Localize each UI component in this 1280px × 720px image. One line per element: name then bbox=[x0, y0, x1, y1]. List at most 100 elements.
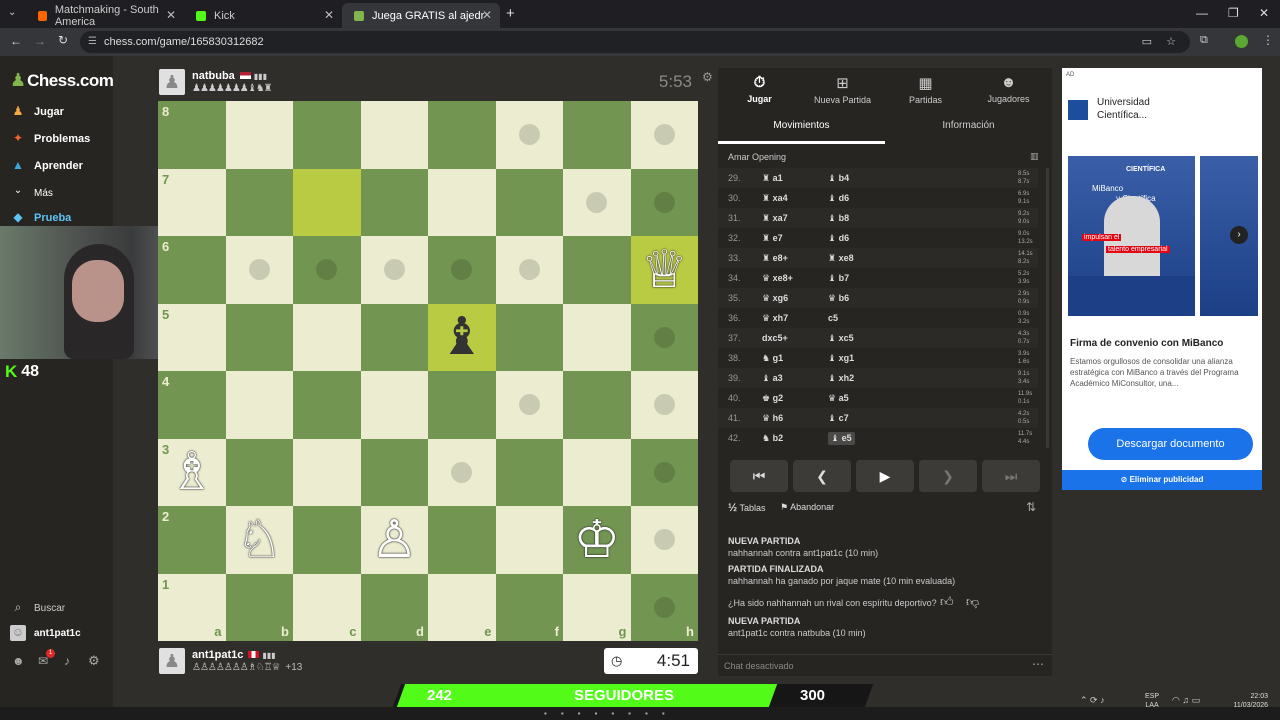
move-hint-dot[interactable] bbox=[653, 191, 675, 213]
move-hint-dot[interactable] bbox=[653, 326, 675, 348]
black-move[interactable]: ♝ c7 bbox=[828, 413, 849, 424]
black-move[interactable]: ♝ xh2 bbox=[828, 373, 854, 384]
white-move[interactable]: ♜ xa7 bbox=[762, 213, 788, 224]
restore-icon[interactable]: ❐ bbox=[1228, 6, 1239, 20]
square-d5[interactable] bbox=[360, 303, 428, 371]
square-h3[interactable] bbox=[630, 438, 698, 506]
extensions-icon[interactable]: ⧉ bbox=[1200, 34, 1208, 47]
move-hint-dot[interactable] bbox=[518, 259, 540, 281]
tab-matchmaking[interactable]: Matchmaking - South America ✕ bbox=[26, 3, 184, 28]
square-d1[interactable]: d bbox=[360, 573, 428, 641]
move-hint-dot[interactable] bbox=[383, 259, 405, 281]
more-options-icon[interactable]: ⋯ bbox=[1032, 657, 1044, 671]
white-move[interactable]: ♞ b2 bbox=[762, 433, 783, 444]
black-move[interactable]: ♝ b7 bbox=[828, 273, 849, 284]
square-h2[interactable] bbox=[630, 506, 698, 574]
opponent-avatar[interactable]: ♟ bbox=[159, 69, 185, 95]
last-move-button[interactable]: ⏭ bbox=[982, 460, 1040, 492]
white-move[interactable]: ♝ a3 bbox=[762, 373, 783, 384]
square-e2[interactable] bbox=[428, 506, 496, 574]
square-a7[interactable]: 7 bbox=[158, 168, 226, 236]
square-b4[interactable] bbox=[225, 371, 293, 439]
square-a3[interactable]: 3 ♗ bbox=[158, 438, 226, 506]
black-move[interactable]: ♛ a5 bbox=[828, 393, 849, 404]
opponent-name[interactable]: natbuba ▮▮▮ bbox=[192, 70, 267, 82]
square-b5[interactable] bbox=[225, 303, 293, 371]
black-move[interactable]: ♝ d6 bbox=[828, 233, 849, 244]
square-h8[interactable] bbox=[630, 101, 698, 169]
square-f4[interactable] bbox=[495, 371, 563, 439]
square-b3[interactable] bbox=[225, 438, 293, 506]
bookmark-star-icon[interactable]: ☆ bbox=[1166, 31, 1176, 53]
white-queen-piece[interactable]: ♕ bbox=[641, 244, 688, 296]
square-e3[interactable] bbox=[428, 438, 496, 506]
white-move[interactable]: ♚ g2 bbox=[762, 393, 783, 404]
close-window-icon[interactable]: ✕ bbox=[1259, 6, 1269, 20]
sidebar-user[interactable]: ☺ ant1pat1c bbox=[10, 625, 81, 641]
language-indicator[interactable]: ESP LAA bbox=[1145, 692, 1159, 710]
square-a4[interactable]: 4 bbox=[158, 371, 226, 439]
back-icon[interactable]: ← bbox=[10, 34, 22, 48]
move-hint-dot[interactable] bbox=[653, 461, 675, 483]
square-b2[interactable]: ♘ bbox=[225, 506, 293, 574]
messages-icon[interactable]: ✉ 1 bbox=[38, 649, 55, 668]
next-move-button[interactable]: ❯ bbox=[919, 460, 977, 492]
black-move[interactable]: ♝ xc5 bbox=[828, 333, 854, 344]
move-hint-dot[interactable] bbox=[653, 124, 675, 146]
flip-board-icon[interactable]: ⇅ bbox=[1026, 500, 1036, 514]
black-move[interactable]: c5 bbox=[828, 313, 838, 323]
clock-area[interactable]: 22:03 11/03/2026 bbox=[1222, 692, 1268, 710]
ad-brand[interactable]: Universidad Científica... bbox=[1097, 96, 1187, 122]
square-g5[interactable] bbox=[563, 303, 631, 371]
resign-button[interactable]: ⚑ Abandonar bbox=[780, 502, 834, 513]
square-c2[interactable] bbox=[293, 506, 361, 574]
tab-jugar[interactable]: ⏱ Jugar bbox=[718, 74, 801, 104]
taskbar-apps[interactable]: ▪▪▪▪▪▪▪▪ bbox=[544, 709, 744, 718]
square-a1[interactable]: 1a bbox=[158, 573, 226, 641]
move-hint-dot[interactable] bbox=[518, 394, 540, 416]
square-g4[interactable] bbox=[563, 371, 631, 439]
close-tab-icon[interactable]: ✕ bbox=[324, 8, 334, 22]
square-d4[interactable] bbox=[360, 371, 428, 439]
square-c6[interactable] bbox=[293, 236, 361, 304]
play-button[interactable]: ▶ bbox=[856, 460, 914, 492]
square-f2[interactable] bbox=[495, 506, 563, 574]
remove-ads-bar[interactable]: ⊘ Eliminar publicidad bbox=[1062, 470, 1262, 490]
square-c7[interactable] bbox=[293, 168, 361, 236]
square-g7[interactable] bbox=[563, 168, 631, 236]
move-hint-dot[interactable] bbox=[586, 191, 608, 213]
player-avatar[interactable]: ♟ bbox=[159, 648, 185, 674]
move-hint-dot[interactable] bbox=[451, 259, 473, 281]
move-list[interactable]: 29. ♜ a1 ♝ b4 8.5s 8.7s 30. ♜ xa4 ♝ d6 6.9s 9.1s 3… bbox=[718, 168, 1052, 448]
white-move[interactable]: ♞ g1 bbox=[762, 353, 783, 364]
close-tab-icon[interactable]: ✕ bbox=[166, 8, 176, 22]
bell-icon[interactable]: ♪ bbox=[64, 654, 70, 668]
system-tray[interactable]: ⌃ ⟳ ♪ bbox=[1080, 695, 1105, 706]
black-move[interactable]: ♝ b4 bbox=[828, 173, 849, 184]
square-d8[interactable] bbox=[360, 101, 428, 169]
white-bishop-piece[interactable]: ♗ bbox=[168, 446, 215, 498]
square-e5[interactable]: ♝ bbox=[428, 303, 496, 371]
thumbs-down-icon[interactable]: 👎︎ bbox=[966, 594, 979, 610]
ad-image[interactable]: CIENTÍFICA MiBanco y Científica impulsan… bbox=[1068, 156, 1195, 316]
square-f6[interactable] bbox=[495, 236, 563, 304]
square-e4[interactable] bbox=[428, 371, 496, 439]
square-c1[interactable]: c bbox=[293, 573, 361, 641]
chess-board[interactable]: 8 7 6 ♕ 5 ♝ 4 3 ♗ 2 ♘ ♙ ♔ 1 a b c d e f g h bbox=[158, 101, 698, 641]
tab-jugadores[interactable]: ☻ Jugadores bbox=[967, 74, 1050, 104]
black-move[interactable]: ♝ e5 bbox=[828, 432, 855, 445]
square-a5[interactable]: 5 bbox=[158, 303, 226, 371]
white-king-piece[interactable]: ♔ bbox=[573, 514, 620, 566]
sidebar-item-mas[interactable]: ⌄ Más bbox=[10, 185, 53, 201]
advertisement[interactable]: AD Universidad Científica... CIENTÍFICA … bbox=[1062, 68, 1262, 490]
square-b8[interactable] bbox=[225, 101, 293, 169]
square-h4[interactable] bbox=[630, 371, 698, 439]
square-g8[interactable] bbox=[563, 101, 631, 169]
ad-cta-button[interactable]: Descargar documento bbox=[1088, 428, 1253, 460]
square-h1[interactable]: h bbox=[630, 573, 698, 641]
square-d3[interactable] bbox=[360, 438, 428, 506]
reload-icon[interactable]: ↻ bbox=[58, 33, 68, 47]
square-d2[interactable]: ♙ bbox=[360, 506, 428, 574]
square-g1[interactable]: g bbox=[563, 573, 631, 641]
square-b7[interactable] bbox=[225, 168, 293, 236]
